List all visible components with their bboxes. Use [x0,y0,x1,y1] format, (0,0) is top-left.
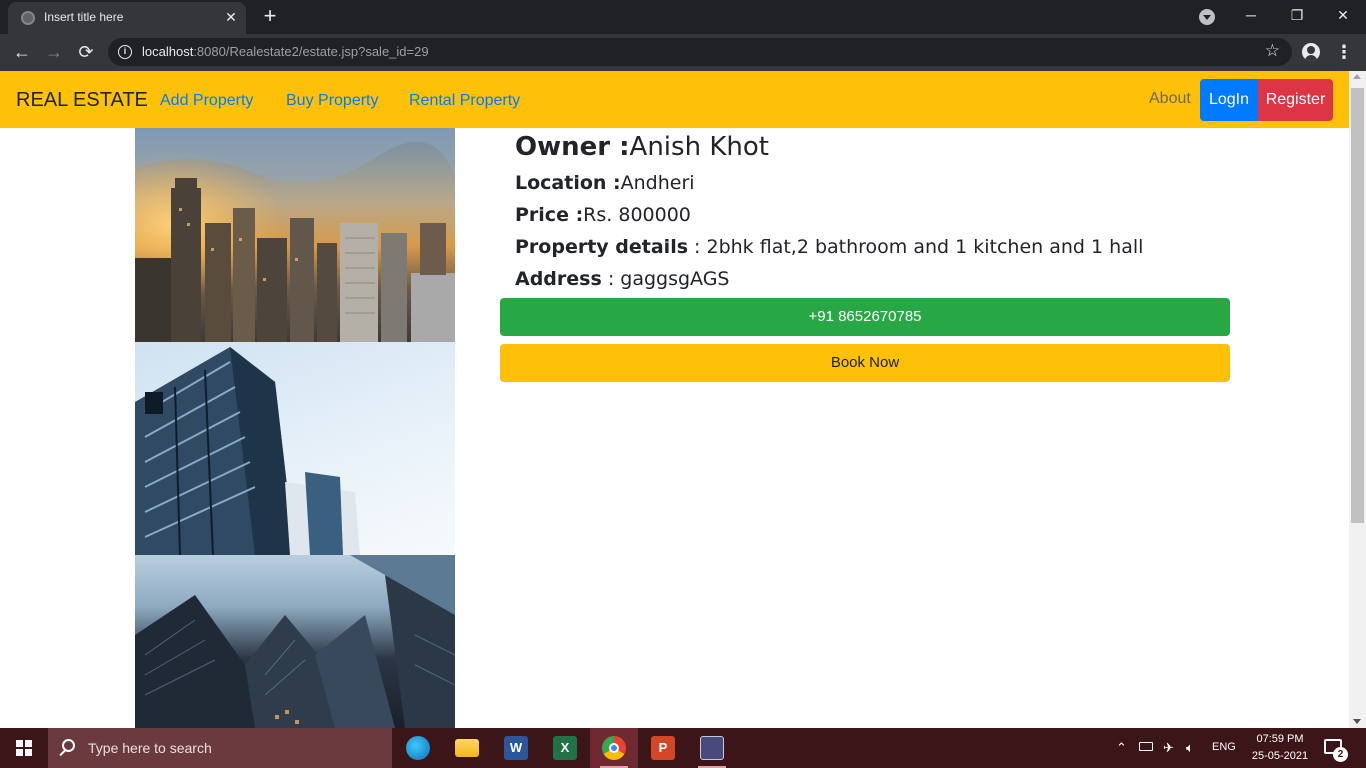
windows-taskbar: Type here to search W X P ⌃ ✈ 🔈︎ ENG 07:… [0,728,1366,768]
info-icon[interactable]: i [118,45,132,59]
taskbar-clock[interactable]: 07:59 PM 25-05-2021 [1240,731,1320,765]
start-button[interactable] [0,728,48,768]
browser-tab[interactable]: Insert title here ✕ [8,2,246,34]
address-bar[interactable]: i localhost:8080/Realestate2/estate.jsp?… [108,38,1292,66]
nav-rental-property[interactable]: Rental Property [409,92,520,110]
page-viewport: REAL ESTATE Add Property Buy Property Re… [0,71,1349,728]
tab-close-icon[interactable]: ✕ [221,7,241,27]
show-hidden-icons[interactable]: ⌃ [1116,740,1127,756]
location-value: Andheri [620,172,695,194]
address-value: : gaggsgAGS [601,268,730,290]
search-placeholder: Type here to search [88,740,212,756]
property-photo-skyscrapers [135,555,455,728]
scroll-thumb[interactable] [1351,88,1364,523]
browser-toolbar: ← → ⟳ i localhost:8080/Realestate2/estat… [0,34,1366,71]
details-line: Property details : 2bhk flat,2 bathroom … [515,236,1144,258]
restore-button[interactable]: ❐ [1274,0,1320,32]
site-navbar: REAL ESTATE Add Property Buy Property Re… [0,71,1349,128]
search-icon [62,739,75,752]
scroll-down-icon[interactable] [1353,719,1361,724]
taskbar-app[interactable] [688,728,736,768]
nav-buy-property[interactable]: Buy Property [286,92,378,110]
location-line: Location :Andheri [515,172,695,194]
owner-name: Anish Khot [629,132,769,162]
edge-icon [406,736,430,760]
owner-line: Owner :Anish Khot [515,132,769,162]
back-arrow-icon[interactable]: ← [8,38,36,66]
page-scrollbar[interactable] [1349,71,1366,728]
word-icon: W [504,736,528,760]
powerpoint-icon: P [651,736,675,760]
price-value: Rs. 800000 [583,204,691,226]
notification-badge: 2 [1333,747,1348,762]
forward-arrow-icon[interactable]: → [40,38,68,66]
property-photo-tower [135,342,455,555]
url-text[interactable]: localhost:8080/Realestate2/estate.jsp?sa… [142,44,429,59]
nav-add-property[interactable]: Add Property [160,92,253,110]
price-line: Price :Rs. 800000 [515,204,691,226]
taskbar-chrome[interactable] [590,728,638,768]
app-icon [700,736,724,760]
address-line: Address : gaggsgAGS [515,268,730,290]
taskbar-word[interactable]: W [492,728,540,768]
globe-icon [21,11,35,25]
phone-button[interactable]: +91 8652670785 [500,298,1230,336]
login-button[interactable]: LogIn [1200,79,1258,121]
windows-logo-icon [16,740,32,756]
language-indicator[interactable]: ENG [1212,741,1236,753]
taskbar-excel[interactable]: X [541,728,589,768]
profile-icon[interactable] [1302,43,1320,61]
bookmark-star-icon[interactable]: ☆ [1265,41,1280,61]
close-window-button[interactable]: ✕ [1320,0,1366,32]
register-button[interactable]: Register [1258,79,1333,121]
tab-search-icon[interactable] [1199,9,1215,25]
minimize-button[interactable]: ─ [1228,0,1274,32]
new-tab-button[interactable]: + [258,5,282,29]
taskbar-edge[interactable] [394,728,442,768]
tower-illustration [135,347,360,555]
taskbar-powerpoint[interactable]: P [639,728,687,768]
chrome-icon [602,736,626,760]
volume-icon[interactable]: 🔈︎ [1186,740,1194,756]
folder-icon [455,739,479,757]
clock-date: 25-05-2021 [1251,750,1309,762]
taskbar-search[interactable]: Type here to search [48,728,392,768]
details-value: : 2bhk flat,2 bathroom and 1 kitchen and… [688,236,1144,258]
clock-time: 07:59 PM [1256,733,1304,745]
battery-icon[interactable] [1139,742,1153,751]
nav-about[interactable]: About [1149,90,1191,108]
tab-title: Insert title here [44,10,124,24]
browser-tabstrip: Insert title here ✕ + ─ ❐ ✕ [0,0,1366,34]
site-brand[interactable]: REAL ESTATE [16,89,148,112]
scroll-up-icon[interactable] [1353,74,1361,79]
skyline-illustration [135,128,455,342]
taskbar-file-explorer[interactable] [443,728,491,768]
skyscrapers-illustration [135,555,455,728]
book-now-button[interactable]: Book Now [500,344,1230,382]
menu-kebab-icon[interactable]: ⋮ [1334,38,1354,66]
property-photo-skyline [135,128,455,342]
network-icon[interactable]: ✈ [1163,740,1174,756]
reload-icon[interactable]: ⟳ [72,38,100,66]
excel-icon: X [553,736,577,760]
